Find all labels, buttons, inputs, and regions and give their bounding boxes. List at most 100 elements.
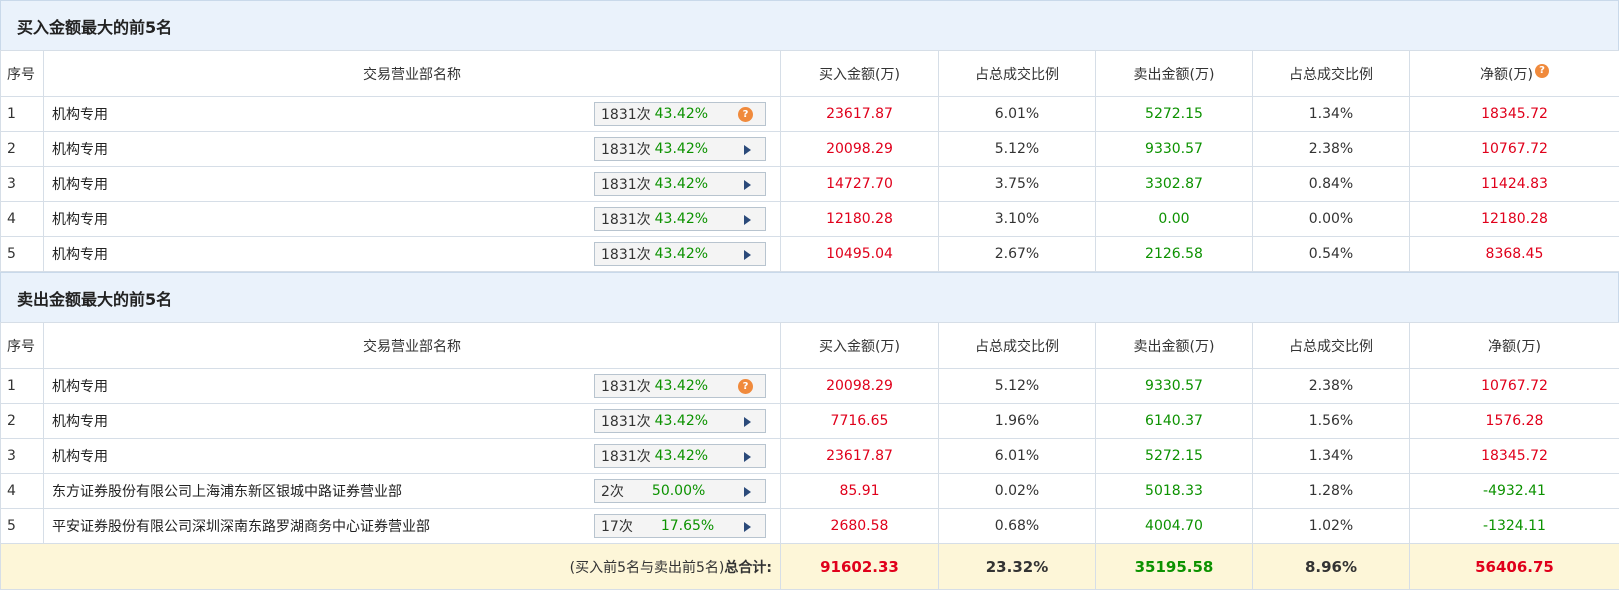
col-header-sell-pct[interactable]: 占总成交比例 (1252, 50, 1410, 97)
table-row: 2 机构专用 1831次 43.42% 7716.65 1.96% 6140.37 1.56%… (0, 403, 1619, 439)
row-broker: 东方证券股份有限公司上海浦东新区银城中路证券营业部 2次 50.00% (43, 473, 781, 509)
broker-name[interactable]: 机构专用 (52, 411, 108, 431)
row-buy-pct: 5.12% (938, 368, 1096, 404)
row-broker: 机构专用 1831次 43.42% (43, 438, 781, 474)
total-label: (买入前5名与卖出前5名)总合计: (0, 543, 781, 590)
row-buy-pct: 6.01% (938, 96, 1096, 132)
row-buy-pct: 0.02% (938, 473, 1096, 509)
col-header-net[interactable]: 净额(万)? (1409, 50, 1619, 97)
broker-name[interactable]: 机构专用 (52, 376, 108, 396)
broker-name[interactable]: 机构专用 (52, 139, 108, 159)
broker-stat-box[interactable]: 1831次 43.42%? (594, 102, 766, 126)
col-header-rank: 序号 (0, 322, 44, 369)
listed-times: 1831次 (601, 379, 651, 395)
col-header-rank: 序号 (0, 50, 44, 97)
table-row: 5 平安证券股份有限公司深圳深南东路罗湖商务中心证券营业部 17次 17.65% 268… (0, 508, 1619, 544)
row-buy-amount: 23617.87 (780, 438, 939, 474)
help-icon[interactable]: ? (1534, 63, 1549, 78)
listed-times: 1831次 (601, 142, 651, 158)
row-buy-pct: 0.68% (938, 508, 1096, 544)
broker-stat-box[interactable]: 1831次 43.42%? (594, 374, 766, 398)
row-rank: 5 (0, 508, 44, 544)
broker-name[interactable]: 机构专用 (52, 244, 108, 264)
listed-times: 1831次 (601, 449, 651, 465)
row-broker: 机构专用 1831次 43.42% (43, 166, 781, 202)
row-broker: 机构专用 1831次 43.42% (43, 131, 781, 167)
broker-stat-box[interactable]: 1831次 43.42% (594, 444, 766, 468)
table-row: 1 机构专用 1831次 43.42%? 23617.87 6.01% 5272.15 1.3… (0, 96, 1619, 132)
col-header-buy[interactable]: 买入金额(万) (780, 322, 939, 369)
win-rate: 50.00% (651, 483, 706, 499)
broker-stat-box[interactable]: 1831次 43.42% (594, 242, 766, 266)
listed-times: 1831次 (601, 247, 651, 263)
table-row: 2 机构专用 1831次 43.42% 20098.29 5.12% 9330.57 2.38… (0, 131, 1619, 167)
row-net-amount: 10767.72 (1409, 131, 1619, 167)
arrow-right-icon[interactable] (744, 417, 751, 427)
arrow-right-icon[interactable] (744, 250, 751, 260)
row-broker: 机构专用 1831次 43.42% (43, 403, 781, 439)
win-rate: 43.42% (654, 448, 709, 464)
help-icon[interactable]: ? (738, 107, 753, 122)
row-rank: 2 (0, 131, 44, 167)
win-rate: 43.42% (654, 378, 709, 394)
col-header-name: 交易营业部名称 (43, 50, 781, 97)
listed-times: 17次 (601, 519, 633, 535)
broker-stat-box[interactable]: 17次 17.65% (594, 514, 766, 538)
row-sell-amount: 0.00 (1095, 201, 1253, 237)
arrow-right-icon[interactable] (744, 180, 751, 190)
row-sell-amount: 6140.37 (1095, 403, 1253, 439)
row-buy-pct: 3.10% (938, 201, 1096, 237)
broker-name[interactable]: 东方证券股份有限公司上海浦东新区银城中路证券营业部 (52, 481, 402, 501)
win-rate: 43.42% (654, 141, 709, 157)
arrow-right-icon[interactable] (744, 145, 751, 155)
broker-stat-box[interactable]: 1831次 43.42% (594, 172, 766, 196)
broker-stat-box[interactable]: 1831次 43.42% (594, 409, 766, 433)
col-header-sell[interactable]: 卖出金额(万) (1095, 322, 1253, 369)
row-buy-amount: 85.91 (780, 473, 939, 509)
total-buy-pct: 23.32% (938, 543, 1096, 590)
row-buy-amount: 12180.28 (780, 201, 939, 237)
arrow-right-icon[interactable] (744, 452, 751, 462)
row-buy-pct: 5.12% (938, 131, 1096, 167)
row-buy-amount: 20098.29 (780, 368, 939, 404)
buy-section-title: 买入金额最大的前5名 (0, 0, 1619, 50)
col-header-buy-pct[interactable]: 占总成交比例 (938, 50, 1096, 97)
row-broker: 机构专用 1831次 43.42% (43, 236, 781, 272)
row-sell-pct: 1.28% (1252, 473, 1410, 509)
row-buy-amount: 10495.04 (780, 236, 939, 272)
table-header-row: 序号 交易营业部名称 买入金额(万) 占总成交比例 卖出金额(万) 占总成交比例… (0, 50, 1619, 97)
table-row: 3 机构专用 1831次 43.42% 23617.87 6.01% 5272.15 1.34… (0, 438, 1619, 474)
broker-stat-box[interactable]: 2次 50.00% (594, 479, 766, 503)
broker-name[interactable]: 机构专用 (52, 446, 108, 466)
col-header-sell[interactable]: 卖出金额(万) (1095, 50, 1253, 97)
col-header-buy[interactable]: 买入金额(万) (780, 50, 939, 97)
row-sell-amount: 5272.15 (1095, 96, 1253, 132)
listed-times: 1831次 (601, 107, 651, 123)
listed-times: 1831次 (601, 414, 651, 430)
arrow-right-icon[interactable] (744, 487, 751, 497)
row-rank: 3 (0, 166, 44, 202)
broker-stat-box[interactable]: 1831次 43.42% (594, 207, 766, 231)
col-header-sell-pct[interactable]: 占总成交比例 (1252, 322, 1410, 369)
col-header-buy-pct[interactable]: 占总成交比例 (938, 322, 1096, 369)
row-rank: 1 (0, 368, 44, 404)
arrow-right-icon[interactable] (744, 522, 751, 532)
row-buy-amount: 14727.70 (780, 166, 939, 202)
row-net-amount: 10767.72 (1409, 368, 1619, 404)
col-header-net[interactable]: 净额(万) (1409, 322, 1619, 369)
listed-times: 2次 (601, 484, 624, 500)
win-rate: 43.42% (654, 413, 709, 429)
arrow-right-icon[interactable] (744, 215, 751, 225)
broker-name[interactable]: 机构专用 (52, 104, 108, 124)
broker-name[interactable]: 平安证券股份有限公司深圳深南东路罗湖商务中心证券营业部 (52, 516, 430, 536)
broker-name[interactable]: 机构专用 (52, 174, 108, 194)
total-label-prefix: (买入前5名与卖出前5名) (569, 559, 725, 576)
row-rank: 2 (0, 403, 44, 439)
broker-name[interactable]: 机构专用 (52, 209, 108, 229)
broker-stat-box[interactable]: 1831次 43.42% (594, 137, 766, 161)
help-icon[interactable]: ? (738, 379, 753, 394)
row-net-amount: -4932.41 (1409, 473, 1619, 509)
row-buy-pct: 1.96% (938, 403, 1096, 439)
listed-times: 1831次 (601, 212, 651, 228)
row-buy-amount: 23617.87 (780, 96, 939, 132)
